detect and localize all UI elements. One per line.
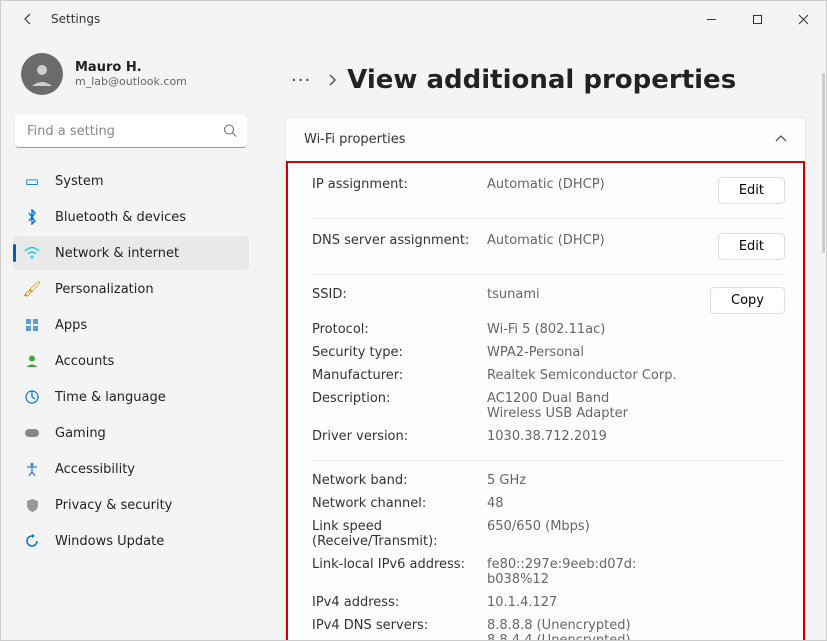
nav-label: Accessibility — [55, 462, 135, 477]
nav-network[interactable]: Network & internet — [13, 236, 249, 270]
nav-label: Time & language — [55, 390, 166, 405]
nav-label: Gaming — [55, 426, 106, 441]
minimize-button[interactable] — [688, 1, 734, 37]
panel-body: IP assignment: Automatic (DHCP) Edit DNS… — [286, 161, 805, 640]
label: IP assignment: — [312, 177, 487, 192]
apps-icon — [23, 316, 41, 334]
value: tsunami — [487, 287, 710, 302]
value: fe80::297e:9eeb:d07d:b038%12 — [487, 557, 647, 587]
row-ip-assignment: IP assignment: Automatic (DHCP) Edit — [312, 163, 785, 219]
nav-label: Windows Update — [55, 534, 164, 549]
nav-label: Network & internet — [55, 246, 179, 261]
sidebar: Mauro H. m_lab@outlook.com ▭ System Blue… — [1, 37, 261, 640]
value: 10.1.4.127 — [487, 595, 785, 610]
nav-accounts[interactable]: Accounts — [13, 344, 249, 378]
block-network: Network band: 5 GHz Network channel: 48 … — [312, 461, 785, 640]
nav-label: Accounts — [55, 354, 114, 369]
label: Link speed (Receive/Transmit): — [312, 519, 487, 549]
edit-dns-button[interactable]: Edit — [718, 233, 785, 260]
block-connection: SSID: tsunami Copy Protocol: Wi-Fi 5 (80… — [312, 275, 785, 461]
wifi-icon — [23, 244, 41, 262]
chevron-right-icon — [327, 71, 337, 90]
maximize-button[interactable] — [734, 1, 780, 37]
label: SSID: — [312, 287, 487, 302]
bluetooth-icon — [23, 208, 41, 226]
globe-icon — [23, 388, 41, 406]
search-wrap — [15, 115, 247, 148]
page-header: ··· View additional properties — [285, 65, 806, 95]
nav-update[interactable]: Windows Update — [13, 524, 249, 558]
avatar — [21, 53, 63, 95]
value: Automatic (DHCP) — [487, 177, 718, 192]
close-button[interactable] — [780, 1, 826, 37]
monitor-icon: ▭ — [23, 172, 41, 190]
profile-email: m_lab@outlook.com — [75, 75, 187, 88]
label: IPv4 DNS servers: — [312, 618, 487, 633]
label: Link-local IPv6 address: — [312, 557, 487, 572]
search-icon — [223, 122, 237, 141]
copy-button[interactable]: Copy — [710, 287, 785, 314]
label: DNS server assignment: — [312, 233, 487, 248]
label: Manufacturer: — [312, 368, 487, 383]
value: WPA2-Personal — [487, 345, 785, 360]
nav-bluetooth[interactable]: Bluetooth & devices — [13, 200, 249, 234]
label: Driver version: — [312, 429, 487, 444]
search-input[interactable] — [15, 115, 247, 148]
value: 5 GHz — [487, 473, 785, 488]
nav-system[interactable]: ▭ System — [13, 164, 249, 198]
person-icon — [23, 352, 41, 370]
label: Security type: — [312, 345, 487, 360]
back-button[interactable] — [19, 10, 37, 28]
label: Network band: — [312, 473, 487, 488]
nav-privacy[interactable]: Privacy & security — [13, 488, 249, 522]
value: 650/650 (Mbps) — [487, 519, 785, 534]
breadcrumb-more[interactable]: ··· — [285, 70, 317, 91]
value: Realtek Semiconductor Corp. — [487, 368, 785, 383]
value: Wi-Fi 5 (802.11ac) — [487, 322, 785, 337]
nav-personalization[interactable]: 🖌 Personalization — [13, 272, 249, 306]
nav-label: Personalization — [55, 282, 154, 297]
wifi-properties-panel: Wi-Fi properties IP assignment: Automati… — [285, 117, 806, 640]
accessibility-icon — [23, 460, 41, 478]
nav-gaming[interactable]: Gaming — [13, 416, 249, 450]
titlebar: Settings — [1, 1, 826, 37]
value: 8.8.8.8 (Unencrypted) 8.8.4.4 (Unencrypt… — [487, 618, 785, 640]
shield-icon — [23, 496, 41, 514]
value: 48 — [487, 496, 785, 511]
nav-label: System — [55, 174, 103, 189]
value: AC1200 Dual Band Wireless USB Adapter — [487, 391, 647, 421]
nav-list: ▭ System Bluetooth & devices Network & i… — [13, 164, 249, 558]
label: IPv4 address: — [312, 595, 487, 610]
value: Automatic (DHCP) — [487, 233, 718, 248]
label: Protocol: — [312, 322, 487, 337]
update-icon — [23, 532, 41, 550]
nav-apps[interactable]: Apps — [13, 308, 249, 342]
nav-accessibility[interactable]: Accessibility — [13, 452, 249, 486]
value: 1030.38.712.2019 — [487, 429, 785, 444]
nav-label: Apps — [55, 318, 87, 333]
gaming-icon — [23, 424, 41, 442]
chevron-up-icon — [775, 132, 787, 147]
profile[interactable]: Mauro H. m_lab@outlook.com — [13, 47, 249, 109]
nav-time[interactable]: Time & language — [13, 380, 249, 414]
edit-ip-button[interactable]: Edit — [718, 177, 785, 204]
nav-label: Privacy & security — [55, 498, 172, 513]
brush-icon: 🖌 — [23, 280, 41, 298]
label: Description: — [312, 391, 487, 406]
panel-title: Wi-Fi properties — [304, 132, 406, 147]
scrollbar-thumb[interactable] — [822, 73, 825, 253]
nav-label: Bluetooth & devices — [55, 210, 186, 225]
window-title: Settings — [51, 12, 100, 26]
profile-name: Mauro H. — [75, 60, 187, 75]
panel-header[interactable]: Wi-Fi properties — [286, 118, 805, 161]
row-dns-assignment: DNS server assignment: Automatic (DHCP) … — [312, 219, 785, 275]
page-title: View additional properties — [347, 65, 736, 95]
window-controls — [688, 1, 826, 37]
label: Network channel: — [312, 496, 487, 511]
main-content: ··· View additional properties Wi-Fi pro… — [261, 37, 826, 640]
